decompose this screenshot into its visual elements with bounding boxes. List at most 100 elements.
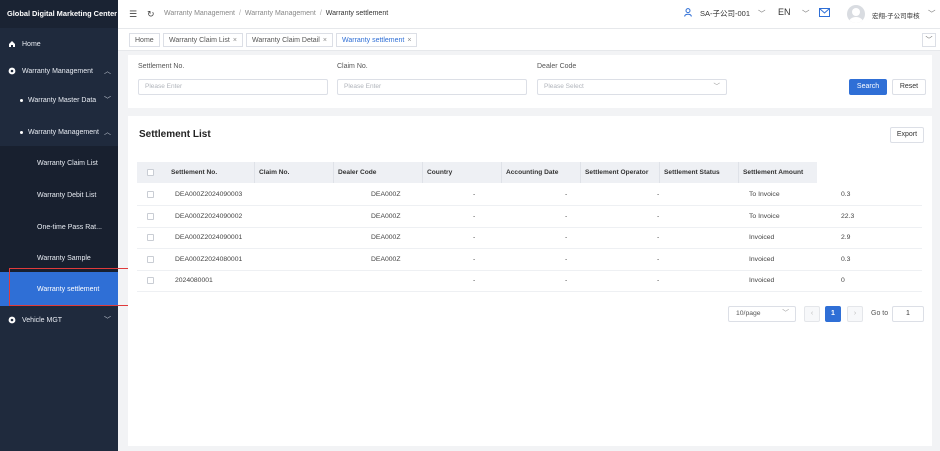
sidebar-item-label: Warranty Debit List [37, 191, 97, 199]
table-row[interactable]: 2024080001 - - - Invoiced 0 [137, 270, 922, 293]
table-row[interactable]: DEA000Z2024090003 DEA000Z - - - To Invoice 0.3 [137, 184, 922, 206]
close-icon[interactable]: × [323, 37, 327, 44]
row-checkbox[interactable] [147, 191, 154, 198]
refresh-icon[interactable]: ↻ [147, 9, 155, 20]
gear-icon [8, 316, 16, 324]
sidebar-item-vehicle-mgt[interactable]: Vehicle MGT ﹀ [0, 311, 118, 329]
dealer-code-cell: DEA000Z [371, 234, 401, 242]
claim-no-input[interactable]: Please Enter [337, 79, 527, 95]
row-checkbox[interactable] [147, 212, 154, 220]
sidebar-item-label: Warranty Management [28, 128, 99, 136]
sidebar-item-warranty-debit-list[interactable]: Warranty Debit List [0, 186, 118, 204]
mail-icon[interactable] [819, 8, 830, 19]
language-selector[interactable]: EN [778, 7, 791, 17]
tab-warranty-settlement[interactable]: Warranty settlement × [336, 33, 418, 47]
country-cell: - [473, 234, 476, 242]
sidebar-item-home[interactable]: Home [0, 35, 118, 53]
dealer-code-select[interactable]: Please Select ﹀ [537, 79, 727, 95]
row-checkbox[interactable] [147, 277, 154, 285]
dealer-code-cell: DEA000Z [371, 191, 401, 198]
settlement-no-label: Settlement No. [138, 63, 185, 70]
chevron-down-icon: ﹀ [104, 317, 111, 324]
settlement-no-cell: DEA000Z2024090002 [175, 212, 243, 220]
table-header: Settlement No. Claim No. Dealer Code Cou… [137, 162, 817, 183]
page-button-current[interactable]: 1 [825, 306, 841, 322]
accounting-date-cell: - [565, 234, 568, 242]
app-title: Global Digital Marketing Center [0, 0, 118, 28]
tabs-dropdown-icon[interactable]: ﹀ [922, 33, 936, 47]
sidebar-item-warranty-management-sub[interactable]: Warranty Management ︿ [0, 123, 118, 141]
column-header[interactable]: Country [423, 162, 502, 183]
chevron-up-icon: ︿ [104, 68, 111, 75]
close-icon[interactable]: × [407, 37, 411, 44]
country-cell: - [473, 191, 476, 198]
prev-page-button[interactable]: ‹ [804, 306, 820, 322]
accounting-date-cell: - [565, 212, 568, 220]
bullet-icon [20, 130, 23, 134]
table-row[interactable]: DEA000Z2024080001 DEA000Z - - - Invoiced 0.3 [137, 249, 922, 271]
tab-warranty-claim-list[interactable]: Warranty Claim List × [163, 33, 243, 47]
chevron-down-icon[interactable]: ﹀ [758, 8, 766, 19]
breadcrumb-item[interactable]: Warranty Management [164, 10, 235, 17]
status-cell: Invoiced [749, 234, 775, 242]
avatar[interactable] [847, 5, 865, 23]
page-size-select[interactable]: 10/page ﹀ [728, 306, 796, 322]
row-checkbox[interactable] [147, 255, 154, 263]
column-header[interactable]: Claim No. [255, 162, 334, 183]
sidebar-item-warranty-claim-list[interactable]: Warranty Claim List [0, 154, 118, 172]
chevron-down-icon: ﹀ [782, 310, 789, 317]
sidebar-item-warranty-management[interactable]: Warranty Management ︿ [0, 62, 118, 80]
accounting-date-cell: - [565, 191, 568, 198]
export-button[interactable]: Export [890, 127, 924, 143]
settlement-no-input[interactable]: Please Enter [138, 79, 328, 95]
role-selector[interactable]: SA-子公司-001 [700, 8, 750, 19]
bullet-icon [20, 98, 23, 102]
amount-cell: 0 [841, 277, 845, 285]
operator-cell: - [657, 277, 660, 285]
amount-cell: 0.3 [841, 255, 851, 263]
close-icon[interactable]: × [233, 37, 237, 44]
next-page-button[interactable]: › [847, 306, 863, 322]
breadcrumb-item[interactable]: Warranty Management [245, 10, 316, 17]
chevron-up-icon: ︿ [104, 129, 111, 136]
sidebar-item-label: Warranty Management [22, 67, 93, 75]
menu-toggle-icon[interactable]: ☰ [129, 9, 137, 20]
chevron-down-icon: ﹀ [104, 97, 111, 104]
column-header[interactable]: Accounting Date [502, 162, 581, 183]
breadcrumb: Warranty Management / Warranty Management /… [164, 10, 389, 17]
chevron-down-icon: ﹀ [713, 83, 721, 90]
highlight-annotation [9, 268, 136, 306]
column-header[interactable]: Settlement Status [660, 162, 739, 183]
table-row[interactable]: DEA000Z2024090002 DEA000Z - - - To Invoice 22.… [137, 206, 922, 228]
settlement-no-cell: 2024080001 [175, 277, 213, 285]
operator-cell: - [657, 234, 660, 242]
username[interactable]: 宏翔-子公司审核 [872, 10, 920, 20]
settlement-no-cell: DEA000Z2024090001 [175, 234, 243, 242]
user-role-icon [684, 8, 692, 19]
column-header[interactable]: Settlement Operator [581, 162, 660, 183]
column-header[interactable]: Settlement Amount [739, 162, 817, 183]
country-cell: - [473, 277, 476, 285]
accounting-date-cell: - [565, 255, 568, 263]
sidebar-item-one-time-pass-rate[interactable]: One-time Pass Rat... [0, 218, 118, 236]
sidebar-item-warranty-master-data[interactable]: Warranty Master Data ﹀ [0, 91, 118, 109]
amount-cell: 22.3 [841, 212, 855, 220]
dealer-code-cell: DEA000Z [371, 212, 401, 220]
sidebar-item-warranty-sample[interactable]: Warranty Sample [0, 249, 118, 267]
list-title: Settlement List [139, 129, 211, 140]
goto-page-input[interactable]: 1 [892, 306, 924, 322]
reset-button[interactable]: Reset [892, 79, 926, 95]
chevron-down-icon[interactable]: ﹀ [928, 8, 936, 19]
chevron-down-icon[interactable]: ﹀ [802, 8, 810, 19]
tab-warranty-claim-detail[interactable]: Warranty Claim Detail × [246, 33, 333, 47]
column-header[interactable]: Settlement No. [167, 162, 255, 183]
operator-cell: - [657, 255, 660, 263]
table-row[interactable]: DEA000Z2024090001 DEA000Z - - - Invoiced 2.9 [137, 227, 922, 250]
row-checkbox[interactable] [147, 234, 154, 242]
tab-home[interactable]: Home [129, 33, 160, 47]
column-header[interactable]: Dealer Code [334, 162, 423, 183]
accounting-date-cell: - [565, 277, 568, 285]
claim-no-label: Claim No. [337, 63, 368, 70]
select-all-checkbox[interactable] [147, 169, 154, 176]
search-button[interactable]: Search [849, 79, 887, 95]
